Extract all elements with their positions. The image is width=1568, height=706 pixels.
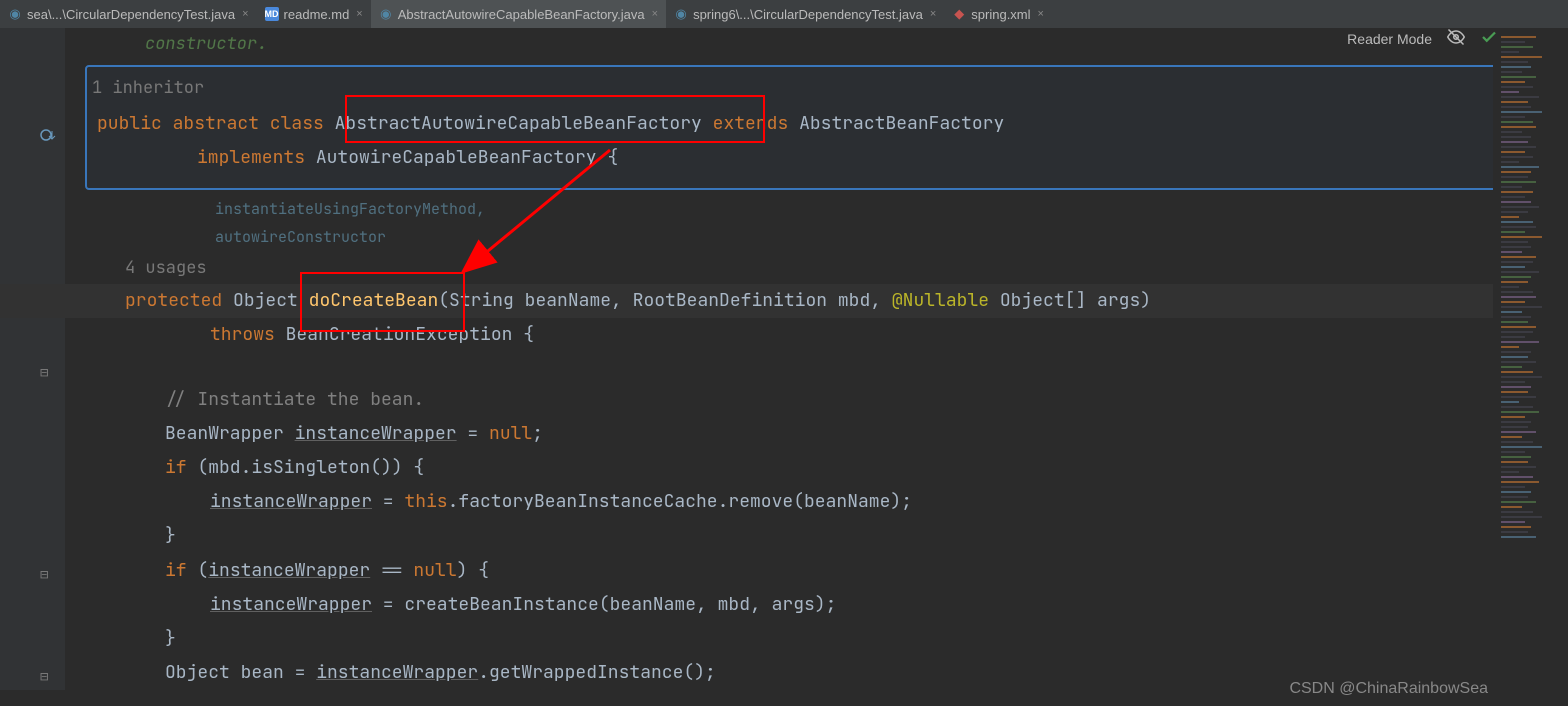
tab-file[interactable]: ◉ AbstractAutowireCapableBeanFactory.jav… [371, 0, 666, 28]
throws-clause: throws BeanCreationException { [85, 318, 1553, 352]
class-declaration: public abstract class AbstractAutowireCa… [97, 107, 1541, 141]
minimap-content [1493, 28, 1568, 546]
java-icon: ◉ [8, 7, 22, 21]
md-icon: MD [265, 7, 279, 21]
code-comment: // Instantiate the bean. [85, 383, 1553, 417]
keyword: extends [713, 112, 789, 135]
code-line: if (instanceWrapper == null) { [85, 554, 1553, 588]
tab-file[interactable]: ◆ spring.xml × [944, 0, 1052, 28]
code-line: } [85, 519, 1553, 553]
code-line: instanceWrapper = createBeanInstance(bea… [85, 588, 1553, 622]
close-icon[interactable]: × [930, 8, 936, 20]
exception-type: BeanCreationException [286, 323, 513, 346]
brace: { [607, 146, 618, 169]
implements-clause: implements AutowireCapableBeanFactory { [97, 141, 1541, 175]
params: (String beanName, RootBeanDefinition mbd… [438, 289, 892, 312]
keyword: throws [210, 323, 275, 346]
tab-file[interactable]: ◉ spring6\...\CircularDependencyTest.jav… [666, 0, 944, 28]
fold-icon[interactable]: ⊟ [40, 664, 48, 691]
method-declaration: protected Object doCreateBean(String bea… [0, 284, 1553, 318]
check-icon[interactable] [1480, 28, 1498, 49]
tabs-bar: ◉ sea\...\CircularDependencyTest.java × … [0, 0, 1568, 28]
return-type: Object [233, 289, 298, 312]
tab-label: AbstractAutowireCapableBeanFactory.java [398, 7, 645, 22]
close-icon[interactable]: × [652, 8, 658, 20]
code-editor[interactable]: ⊟ ⊟ ⊟ constructor. 1 inheritor public ab… [0, 28, 1568, 690]
reader-mode-bar: Reader Mode [1347, 28, 1498, 49]
tab-file[interactable]: MD readme.md × [257, 0, 371, 28]
close-icon[interactable]: × [356, 8, 362, 20]
code-line: BeanWrapper instanceWrapper = null; [85, 417, 1553, 451]
override-icon[interactable] [40, 126, 56, 153]
tab-label: sea\...\CircularDependencyTest.java [27, 7, 235, 22]
keyword: implements [197, 146, 305, 169]
close-icon[interactable]: × [1038, 8, 1044, 20]
fold-icon[interactable]: ⊟ [40, 562, 48, 589]
keyword: protected [125, 289, 222, 312]
fold-icon[interactable]: ⊟ [40, 360, 48, 387]
folded-hint[interactable]: instantiateUsingFactoryMethod, autowireC… [85, 195, 1553, 252]
code-line: if (mbd.isSingleton()) { [85, 451, 1553, 485]
tab-label: spring6\...\CircularDependencyTest.java [693, 7, 923, 22]
parent-class: AbstractBeanFactory [799, 112, 1004, 135]
eye-off-icon[interactable] [1447, 28, 1465, 49]
hint-line: instantiateUsingFactoryMethod, [215, 195, 1553, 224]
code-line: instanceWrapper = this.factoryBeanInstan… [85, 485, 1553, 519]
annotation: @Nullable [892, 289, 989, 312]
method-name: doCreateBean [309, 289, 439, 312]
close-icon[interactable]: × [242, 8, 248, 20]
tab-label: readme.md [284, 7, 350, 22]
doc-comment: constructor. [85, 28, 1553, 60]
java-icon: ◉ [379, 7, 393, 21]
highlighted-declaration: 1 inheritor public abstract class Abstra… [85, 65, 1553, 190]
code-area[interactable]: constructor. 1 inheritor public abstract… [70, 28, 1568, 690]
tab-label: spring.xml [971, 7, 1030, 22]
hint-line: autowireConstructor [215, 223, 1553, 252]
tab-file[interactable]: ◉ sea\...\CircularDependencyTest.java × [0, 0, 257, 28]
inheritor-hint[interactable]: 1 inheritor [92, 72, 1541, 106]
keyword: public abstract class [97, 112, 324, 135]
usages-hint[interactable]: 4 usages [125, 252, 1553, 284]
minimap[interactable] [1493, 28, 1568, 706]
xml-icon: ◆ [952, 7, 966, 21]
brace: { [523, 323, 534, 346]
watermark: CSDN @ChinaRainbowSea [1289, 680, 1488, 698]
class-name: AbstractAutowireCapableBeanFactory [335, 112, 702, 135]
reader-mode-label[interactable]: Reader Mode [1347, 31, 1432, 47]
interface-name: AutowireCapableBeanFactory [316, 146, 597, 169]
code-line: } [85, 622, 1553, 656]
java-icon: ◉ [674, 7, 688, 21]
gutter: ⊟ ⊟ ⊟ [0, 28, 65, 690]
params: Object[] args) [989, 289, 1151, 312]
